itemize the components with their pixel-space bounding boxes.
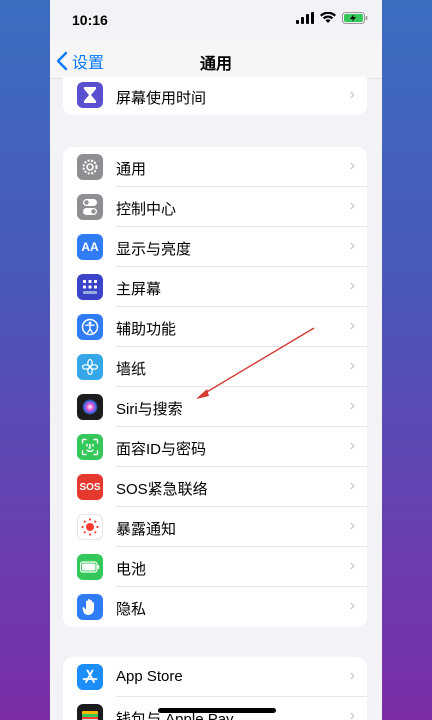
- annotation-arrow: [196, 327, 315, 399]
